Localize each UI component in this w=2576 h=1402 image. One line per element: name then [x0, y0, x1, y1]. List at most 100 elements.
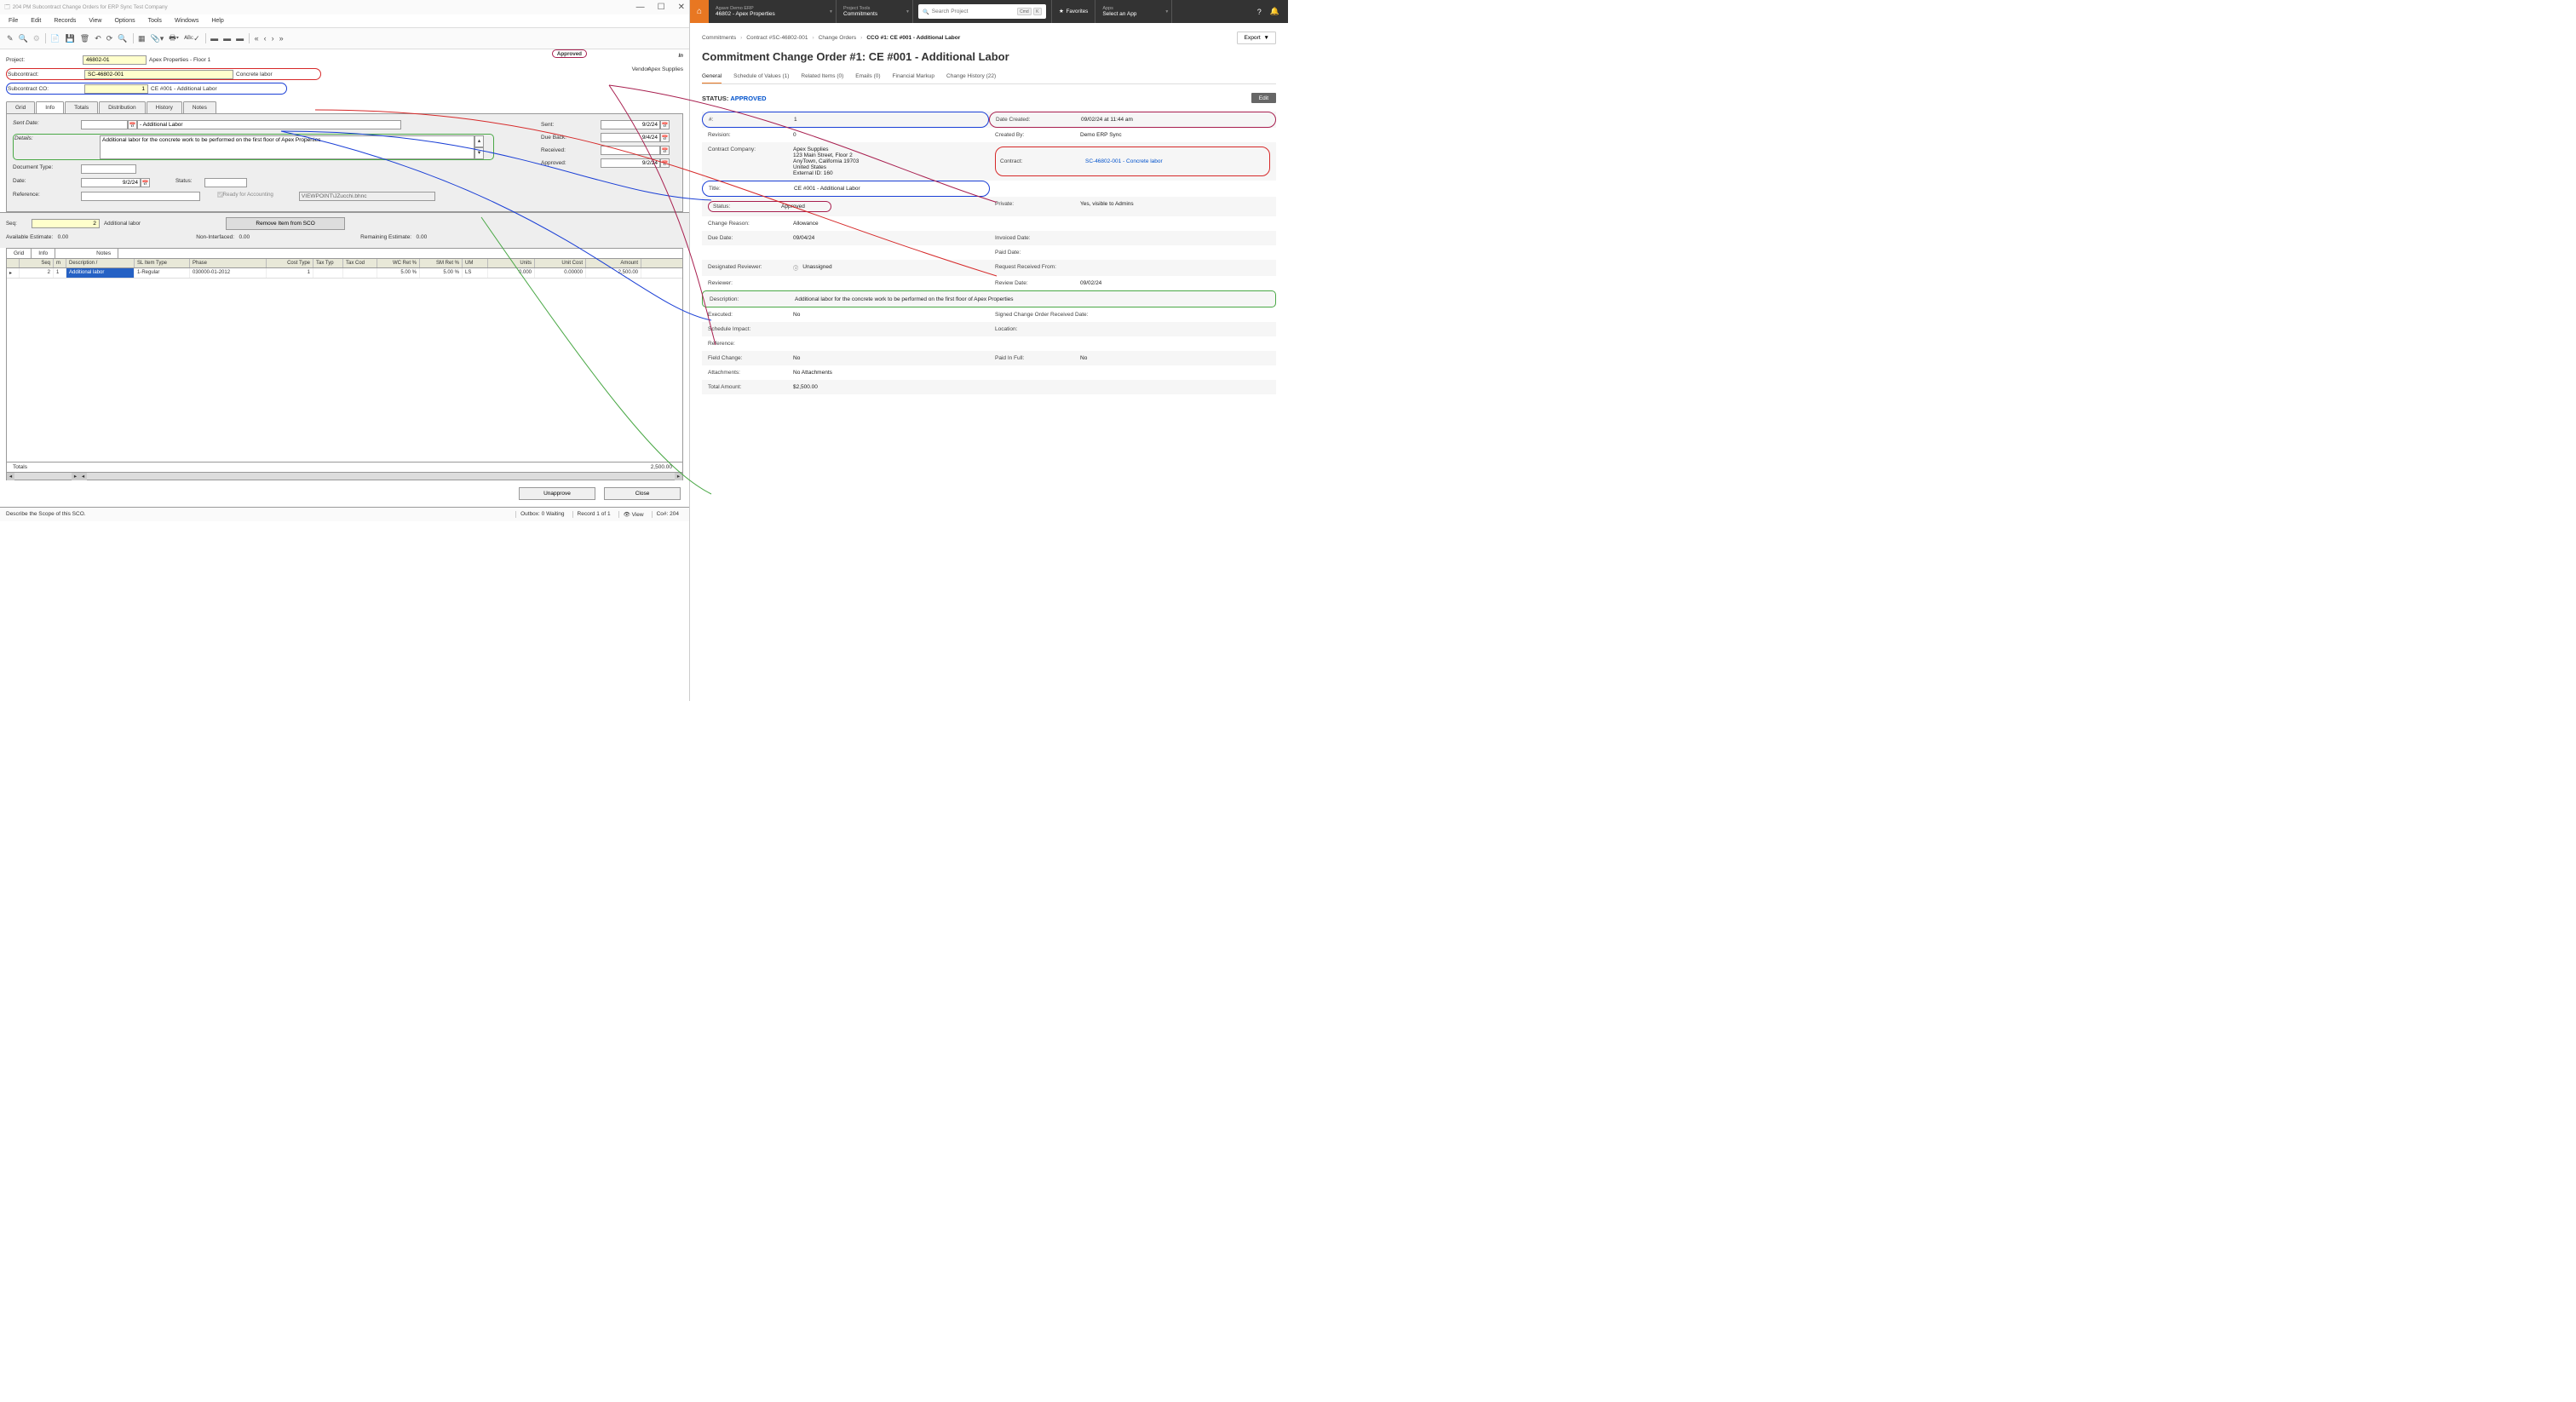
status-input[interactable] — [204, 178, 247, 187]
nav-next-icon[interactable]: › — [272, 34, 274, 43]
tab-history[interactable]: History — [147, 101, 182, 113]
tab-general[interactable]: General — [702, 70, 722, 83]
tools-selector[interactable]: Project Tools Commitments ▼ — [837, 0, 913, 23]
sent-date-desc[interactable] — [137, 120, 401, 129]
home-icon[interactable]: ⌂ — [690, 0, 709, 23]
tab-notes[interactable]: Notes — [183, 101, 216, 113]
tab-emails[interactable]: Emails (0) — [855, 70, 880, 83]
scroll-up-icon[interactable]: ▴ — [474, 135, 484, 147]
menu-windows[interactable]: Windows — [175, 18, 198, 24]
project-input[interactable] — [83, 55, 147, 65]
date-input[interactable] — [81, 178, 141, 187]
gear-icon[interactable]: ⚙ — [33, 34, 40, 43]
scrollbar-left[interactable]: ◂▸ — [7, 472, 79, 480]
col-unitcost[interactable]: Unit Cost — [535, 259, 586, 267]
col-amount[interactable]: Amount — [586, 259, 641, 267]
tab-history[interactable]: Change History (22) — [946, 70, 996, 83]
sub-tab-grid[interactable]: Grid — [7, 249, 32, 258]
tab-distribution[interactable]: Distribution — [99, 101, 146, 113]
maximize-button[interactable]: ☐ — [658, 3, 665, 12]
col-taxtyp[interactable]: Tax Typ — [313, 259, 343, 267]
due-back-input[interactable] — [601, 133, 660, 142]
search-input[interactable] — [929, 6, 1015, 17]
apps-selector[interactable]: Apps Select an App ▼ — [1095, 0, 1172, 23]
calendar-icon[interactable]: 📅 — [660, 146, 670, 155]
search-icon[interactable]: 🔍 — [118, 34, 127, 43]
details-textarea[interactable] — [100, 135, 474, 159]
col-phase[interactable]: Phase — [190, 259, 267, 267]
panel2-icon[interactable]: ▬ — [223, 34, 231, 43]
tab-sov[interactable]: Schedule of Values (1) — [733, 70, 789, 83]
close-button[interactable]: Close — [604, 487, 681, 500]
nav-last-icon[interactable]: » — [279, 34, 284, 43]
sub-tab-notes[interactable]: Notes — [89, 249, 118, 258]
calendar-icon[interactable]: 📅 — [141, 178, 150, 187]
tab-grid[interactable]: Grid — [6, 101, 35, 113]
calendar-icon[interactable]: 📅 — [660, 120, 670, 129]
menu-help[interactable]: Help — [211, 18, 223, 24]
unapprove-button[interactable]: Unapprove — [519, 487, 595, 500]
undo-icon[interactable]: ↶ — [95, 34, 101, 43]
menu-tools[interactable]: Tools — [148, 18, 162, 24]
status-view[interactable]: 👁 View — [618, 511, 648, 518]
tab-totals[interactable]: Totals — [65, 101, 98, 113]
col-wcret[interactable]: WC Ret % — [377, 259, 420, 267]
col-desc[interactable]: Description / — [66, 259, 135, 267]
col-smret[interactable]: SM Ret % — [420, 259, 463, 267]
col-m[interactable]: m — [54, 259, 66, 267]
tab-related[interactable]: Related Items (0) — [801, 70, 843, 83]
doc-type-input[interactable] — [81, 164, 136, 174]
sent-input[interactable] — [601, 120, 660, 129]
crumb-commitments[interactable]: Commitments — [702, 35, 736, 41]
erp-selector[interactable]: Agave Demo ERP 46802 - Apex Properties ▼ — [709, 0, 837, 23]
minimize-button[interactable]: — — [636, 3, 645, 12]
search-box[interactable]: 🔍 Cmd K — [918, 4, 1046, 19]
bell-icon[interactable]: 🔔 — [1270, 7, 1279, 16]
col-seq[interactable]: Seq — [20, 259, 54, 267]
grid-icon[interactable]: ▦ — [138, 34, 146, 43]
col-costtype[interactable]: Cost Type — [267, 259, 313, 267]
attach-icon[interactable]: 📎▾ — [151, 34, 164, 43]
spellcheck-icon[interactable]: ᴬᴮᶜ✓ — [184, 34, 200, 43]
help-icon[interactable]: ? — [1257, 8, 1262, 16]
approved-input[interactable] — [601, 158, 660, 168]
reference-input[interactable] — [81, 192, 200, 201]
grid-row[interactable]: ▸ 2 1 Additional labor 1-Regular 030000-… — [7, 268, 682, 279]
delete-icon[interactable]: 🗑 — [80, 34, 89, 43]
panel3-icon[interactable]: ▬ — [236, 34, 244, 43]
scrollbar-right[interactable]: ◂▸ — [79, 472, 682, 480]
print-icon[interactable]: 🖶▾ — [169, 32, 179, 45]
sco-input[interactable] — [84, 84, 148, 94]
col-um[interactable]: UM — [463, 259, 488, 267]
col-units[interactable]: Units — [488, 259, 535, 267]
menu-records[interactable]: Records — [54, 18, 76, 24]
panel1-icon[interactable]: ▬ — [210, 34, 218, 43]
sent-date-input[interactable] — [81, 120, 128, 129]
subcontract-input[interactable] — [84, 70, 233, 79]
save-icon[interactable]: 💾 — [66, 34, 75, 43]
refresh-icon[interactable]: ⟳ — [106, 34, 113, 43]
new-icon[interactable]: 📄 — [50, 34, 60, 43]
menu-file[interactable]: File — [9, 18, 18, 24]
binoculars-icon[interactable]: 🔍 — [19, 34, 28, 43]
tab-info[interactable]: Info — [36, 101, 64, 113]
menu-view[interactable]: View — [89, 18, 101, 24]
export-button[interactable]: Export ▼ — [1237, 32, 1276, 44]
menu-options[interactable]: Options — [114, 18, 135, 24]
info-icon[interactable]: ⓘ — [793, 264, 798, 272]
edit-icon[interactable]: ✎ — [7, 34, 14, 43]
nav-first-icon[interactable]: « — [255, 34, 259, 43]
nav-prev-icon[interactable]: ‹ — [264, 34, 267, 43]
sub-tab-info[interactable]: Info — [32, 249, 55, 258]
contract-val[interactable]: SC-46802-001 - Concrete labor — [1085, 158, 1265, 164]
calendar-icon[interactable]: 📅 — [660, 158, 670, 168]
remove-item-button[interactable]: Remove Item from SCO — [226, 217, 345, 230]
favorites-button[interactable]: ★ Favorites — [1051, 0, 1095, 23]
seq-input[interactable] — [32, 219, 100, 228]
calendar-icon[interactable]: 📅 — [128, 120, 137, 129]
col-sltype[interactable]: SL Item Type — [135, 259, 190, 267]
calendar-icon[interactable]: 📅 — [660, 133, 670, 142]
close-window-button[interactable]: ✕ — [678, 3, 685, 12]
crumb-changeorders[interactable]: Change Orders — [819, 35, 856, 41]
tab-markup[interactable]: Financial Markup — [893, 70, 935, 83]
